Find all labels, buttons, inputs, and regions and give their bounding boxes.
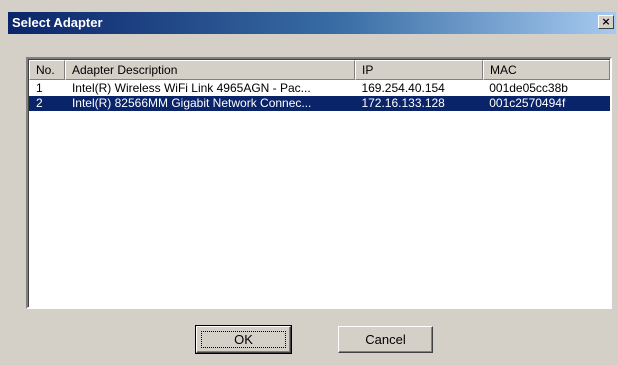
cancel-button[interactable]: Cancel bbox=[338, 326, 433, 353]
cell-mac: 001c2570494f bbox=[489, 96, 566, 110]
title-bar[interactable]: Select Adapter × bbox=[8, 12, 616, 34]
cell-description: Intel(R) Wireless WiFi Link 4965AGN - Pa… bbox=[71, 81, 311, 95]
adapter-list-frame: No. Adapter Description IP MAC 1 Intel(R… bbox=[28, 59, 610, 307]
cell-no: 2 bbox=[36, 96, 43, 110]
ok-button-label: OK bbox=[234, 332, 253, 347]
column-header-ip[interactable]: IP bbox=[355, 60, 483, 80]
column-header-no[interactable]: No. bbox=[29, 60, 65, 80]
cell-ip: 169.254.40.154 bbox=[361, 81, 445, 95]
window-title: Select Adapter bbox=[12, 15, 103, 30]
list-header: No. Adapter Description IP MAC bbox=[29, 60, 610, 80]
close-icon[interactable]: × bbox=[598, 15, 614, 29]
table-row[interactable]: 1 Intel(R) Wireless WiFi Link 4965AGN - … bbox=[29, 81, 610, 96]
select-adapter-dialog: Select Adapter × No. Adapter Description… bbox=[0, 0, 618, 365]
cell-mac: 001de05cc38b bbox=[489, 81, 568, 95]
cell-no: 1 bbox=[36, 81, 43, 95]
ok-button[interactable]: OK bbox=[195, 325, 292, 354]
column-header-mac[interactable]: MAC bbox=[483, 60, 610, 80]
column-header-description[interactable]: Adapter Description bbox=[65, 60, 355, 80]
adapter-list[interactable]: No. Adapter Description IP MAC 1 Intel(R… bbox=[26, 57, 612, 309]
cancel-button-label: Cancel bbox=[365, 332, 406, 347]
cell-description: Intel(R) 82566MM Gigabit Network Connec.… bbox=[71, 96, 312, 110]
cell-ip: 172.16.133.128 bbox=[361, 96, 445, 110]
list-rows: 1 Intel(R) Wireless WiFi Link 4965AGN - … bbox=[29, 81, 610, 111]
table-row[interactable]: 2 Intel(R) 82566MM Gigabit Network Conne… bbox=[29, 96, 610, 111]
